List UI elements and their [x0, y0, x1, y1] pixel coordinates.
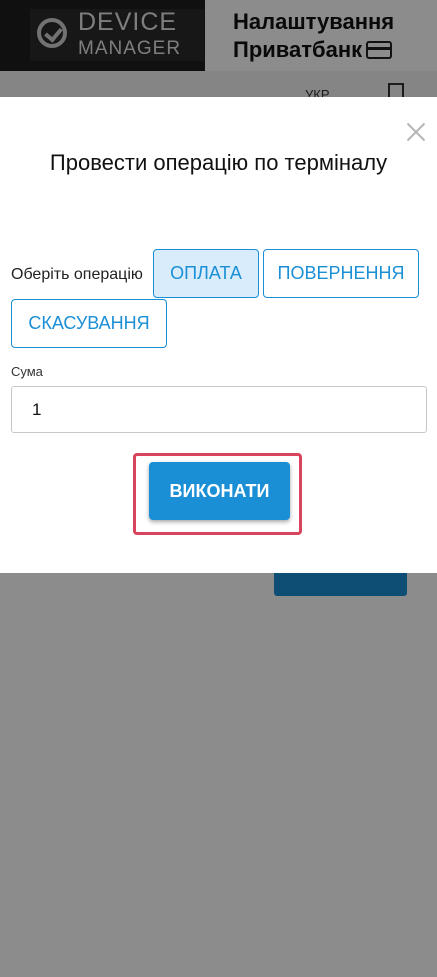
close-icon[interactable] [404, 120, 428, 144]
modal-title: Провести операцію по терміналу [49, 150, 388, 175]
operation-pay-button[interactable]: ОПЛАТА [153, 249, 259, 298]
amount-input[interactable] [11, 386, 427, 433]
operation-label: Оберіть операцію [11, 266, 143, 283]
amount-label: Сума [11, 364, 43, 379]
execute-button[interactable]: ВИКОНАТИ [149, 462, 290, 520]
operation-refund-button[interactable]: ПОВЕРНЕННЯ [263, 249, 419, 298]
operation-cancel-button[interactable]: СКАСУВАННЯ [11, 299, 167, 348]
